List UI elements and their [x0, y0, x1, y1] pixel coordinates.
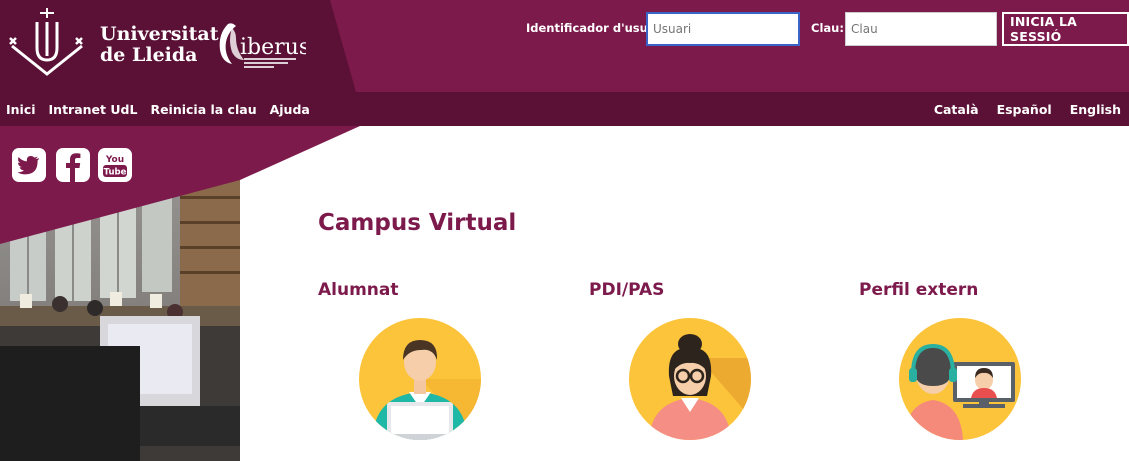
student-avatar-icon[interactable]: [359, 318, 481, 440]
nav-bar: Inici Intranet UdL Reinicia la clau Ajud…: [0, 92, 1129, 126]
language-catalan[interactable]: Català: [934, 102, 979, 117]
youtube-tube-text: Tube: [104, 168, 127, 178]
language-selector: Català Español English: [916, 92, 1121, 126]
username-input[interactable]: [646, 12, 800, 46]
nav-item-intranet[interactable]: Intranet UdL: [49, 102, 138, 117]
profile-title-staff[interactable]: PDI/PAS: [589, 280, 664, 300]
profile-title-students[interactable]: Alumnat: [318, 280, 399, 300]
youtube-you-text: You: [105, 155, 124, 165]
user-label: Identificador d'usuari: [526, 21, 666, 35]
main-nav: Inici Intranet UdL Reinicia la clau Ajud…: [6, 92, 323, 126]
facebook-icon[interactable]: [56, 148, 90, 182]
profile-title-external[interactable]: Perfil extern: [859, 280, 978, 300]
login-form: Identificador d'usuari Clau: INICIA LA S…: [0, 12, 1129, 46]
youtube-icon[interactable]: You Tube: [98, 148, 132, 182]
staff-avatar-icon[interactable]: [629, 318, 751, 440]
page-title: Campus Virtual: [318, 210, 517, 236]
password-label: Clau:: [811, 21, 844, 35]
login-button[interactable]: INICIA LA SESSIÓ: [1002, 12, 1129, 46]
nav-item-home[interactable]: Inici: [6, 102, 36, 117]
nav-item-help[interactable]: Ajuda: [270, 102, 310, 117]
language-spanish[interactable]: Español: [997, 102, 1052, 117]
language-english[interactable]: English: [1070, 102, 1121, 117]
header-bar: Universitat de Lleida iberus Identificad…: [0, 0, 1129, 92]
decorative-wedge: [0, 126, 360, 244]
password-input[interactable]: [845, 12, 997, 46]
nav-item-reset-password[interactable]: Reinicia la clau: [150, 102, 256, 117]
external-user-avatar-icon[interactable]: [899, 318, 1021, 440]
university-name-line2: de Lleida: [100, 44, 198, 66]
twitter-icon[interactable]: [12, 148, 46, 182]
